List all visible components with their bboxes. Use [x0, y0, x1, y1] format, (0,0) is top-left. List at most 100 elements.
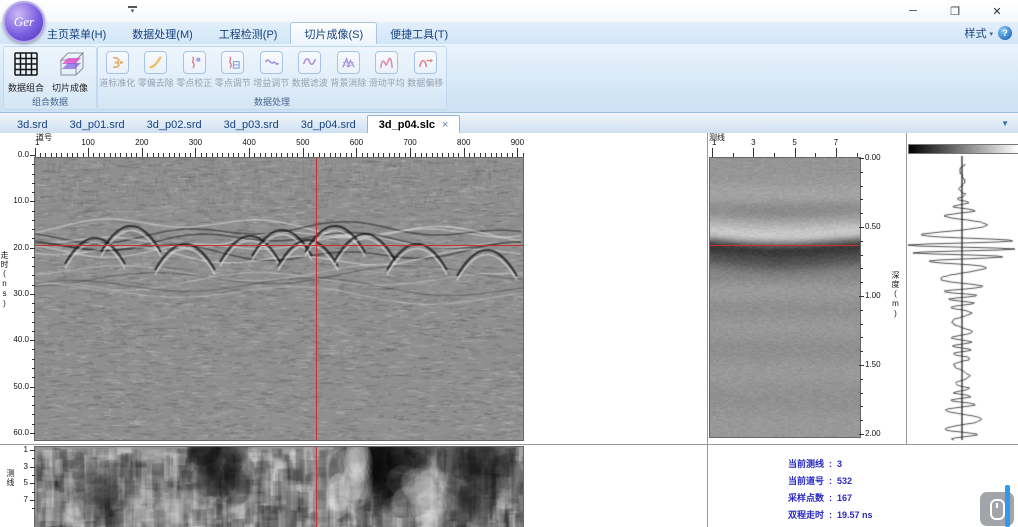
data-offset-icon: [413, 51, 437, 74]
slice-view-trace-cursor[interactable]: [316, 447, 317, 527]
axis-tick: [265, 153, 267, 157]
mouse-icon: [989, 498, 1005, 520]
axis-tick: [431, 153, 433, 157]
axis-tick: [184, 153, 186, 157]
document-tab-4[interactable]: 3d_p04.srd: [290, 116, 367, 133]
ribbon-button-0-0[interactable]: 数据组合: [4, 48, 48, 94]
app-logo-icon[interactable]: Ger: [3, 1, 45, 43]
axis-tick: [72, 153, 74, 157]
axis-tick: [136, 153, 138, 157]
axis-tick: [860, 185, 863, 187]
axis-tick-label: 800: [457, 138, 471, 147]
axis-tick-label: 400: [242, 138, 256, 147]
axis-tick: [334, 153, 336, 157]
document-tab-1[interactable]: 3d_p01.srd: [59, 116, 136, 133]
crossline-view[interactable]: [709, 157, 861, 438]
main-y-axis-title: 走时(ns): [0, 251, 9, 309]
style-dropdown-arrow-icon[interactable]: ▾: [989, 30, 993, 38]
trace-normalize-icon: [105, 51, 129, 74]
menu-tab-3[interactable]: 切片成像(S): [290, 22, 378, 44]
zero-offset-remove-icon: [144, 51, 168, 74]
axis-tick: [32, 414, 35, 416]
axis-tick: [270, 153, 272, 157]
axis-tick: [141, 148, 143, 157]
axis-tick: [474, 153, 476, 157]
tab-close-icon[interactable]: ×: [442, 119, 448, 131]
axis-tick: [30, 432, 35, 434]
axis-tick: [495, 153, 497, 157]
crosshair-vertical[interactable]: [316, 158, 317, 440]
ribbon-button-1-4: 增益调节: [252, 48, 291, 89]
info-separator: :: [829, 459, 833, 469]
trace-waveform-view[interactable]: [907, 154, 1017, 442]
axis-tick: [297, 153, 299, 157]
menu-tab-2[interactable]: 工程检测(P): [206, 22, 291, 44]
axis-tick: [860, 268, 863, 270]
menu-bar: 主页菜单(H) 数据处理(M) 工程检测(P) 切片成像(S) 便捷工具(T) 样式 ▾…: [0, 22, 1018, 44]
axis-tick-label: 500: [296, 138, 310, 147]
axis-tick: [860, 254, 863, 256]
document-tab-label: 3d.srd: [17, 119, 48, 131]
ribbon-button-label: 数据偏移: [407, 78, 444, 88]
axis-tick: [377, 153, 379, 157]
axis-tick: [227, 153, 229, 157]
axis-tick: [125, 153, 127, 157]
axis-tick: [30, 386, 35, 388]
axis-tick: [859, 296, 864, 297]
axis-tick: [860, 351, 863, 353]
ribbon-button-label: 零偏去除: [137, 78, 174, 88]
ribbon-group-0: 数据组合 切片成像 组合数据: [3, 46, 97, 110]
info-panel: 当前测线:3 当前道号:532 采样点数:167 双程走时:19.57 ns: [788, 456, 873, 524]
axis-tick: [420, 153, 422, 157]
gain-adjust-icon: [259, 51, 283, 74]
document-tab-0[interactable]: 3d.srd: [6, 116, 59, 133]
minimize-button[interactable]: ─: [892, 0, 934, 22]
axis-tick-label: 1: [712, 138, 717, 147]
bscan-main-view[interactable]: [34, 157, 524, 441]
axis-tick: [356, 148, 358, 157]
time-slice-view[interactable]: [34, 446, 524, 527]
restore-button[interactable]: ❐: [934, 0, 976, 22]
ribbon-button-1-2: 零点校正: [175, 48, 214, 89]
document-tab-3[interactable]: 3d_p03.srd: [213, 116, 290, 133]
crosshair-horizontal[interactable]: [35, 245, 523, 246]
document-tab-5[interactable]: 3d_p04.slc ×: [366, 115, 461, 133]
vertical-splitter-2[interactable]: [906, 133, 907, 444]
axis-tick: [773, 153, 775, 157]
ribbon-button-label: 零点调节: [214, 78, 251, 88]
axis-tick-label: 5: [23, 478, 28, 488]
style-dropdown[interactable]: 样式: [964, 25, 986, 41]
vertical-splitter-1[interactable]: [707, 133, 708, 527]
horizontal-splitter[interactable]: [0, 444, 1018, 445]
menu-tab-4[interactable]: 便捷工具(T): [377, 22, 461, 44]
axis-tick: [190, 153, 192, 157]
axis-tick: [372, 153, 374, 157]
ribbon-button-0-1[interactable]: 切片成像: [48, 48, 92, 94]
scroll-indicator[interactable]: [1005, 485, 1010, 527]
axis-tick: [463, 148, 465, 157]
axis-tick: [32, 405, 35, 407]
axis-tick: [383, 153, 385, 157]
axis-tick: [393, 153, 395, 157]
axis-tick: [32, 474, 35, 476]
axis-tick: [469, 153, 471, 157]
help-icon[interactable]: ?: [998, 26, 1012, 40]
axis-tick: [32, 210, 35, 212]
axis-tick: [292, 153, 294, 157]
axis-tick: [32, 256, 35, 258]
close-button[interactable]: ✕: [976, 0, 1018, 22]
axis-tick: [318, 153, 320, 157]
info-label: 双程走时: [788, 510, 825, 520]
menu-tab-1[interactable]: 数据处理(M): [119, 22, 206, 44]
axis-tick: [302, 148, 304, 157]
tab-overflow-icon[interactable]: ▼: [1001, 119, 1009, 128]
grid-icon: [11, 49, 41, 79]
document-tab-2[interactable]: 3d_p02.srd: [136, 116, 213, 133]
axis-tick: [32, 423, 35, 425]
menu-tab-0[interactable]: 主页菜单(H): [34, 22, 119, 44]
axis-tick-label: 7: [833, 138, 839, 147]
axis-tick: [30, 499, 35, 501]
quick-access-more-icon[interactable]: ▾: [128, 6, 137, 16]
line-view-depth-cursor[interactable]: [710, 245, 859, 246]
axis-tick: [340, 153, 342, 157]
